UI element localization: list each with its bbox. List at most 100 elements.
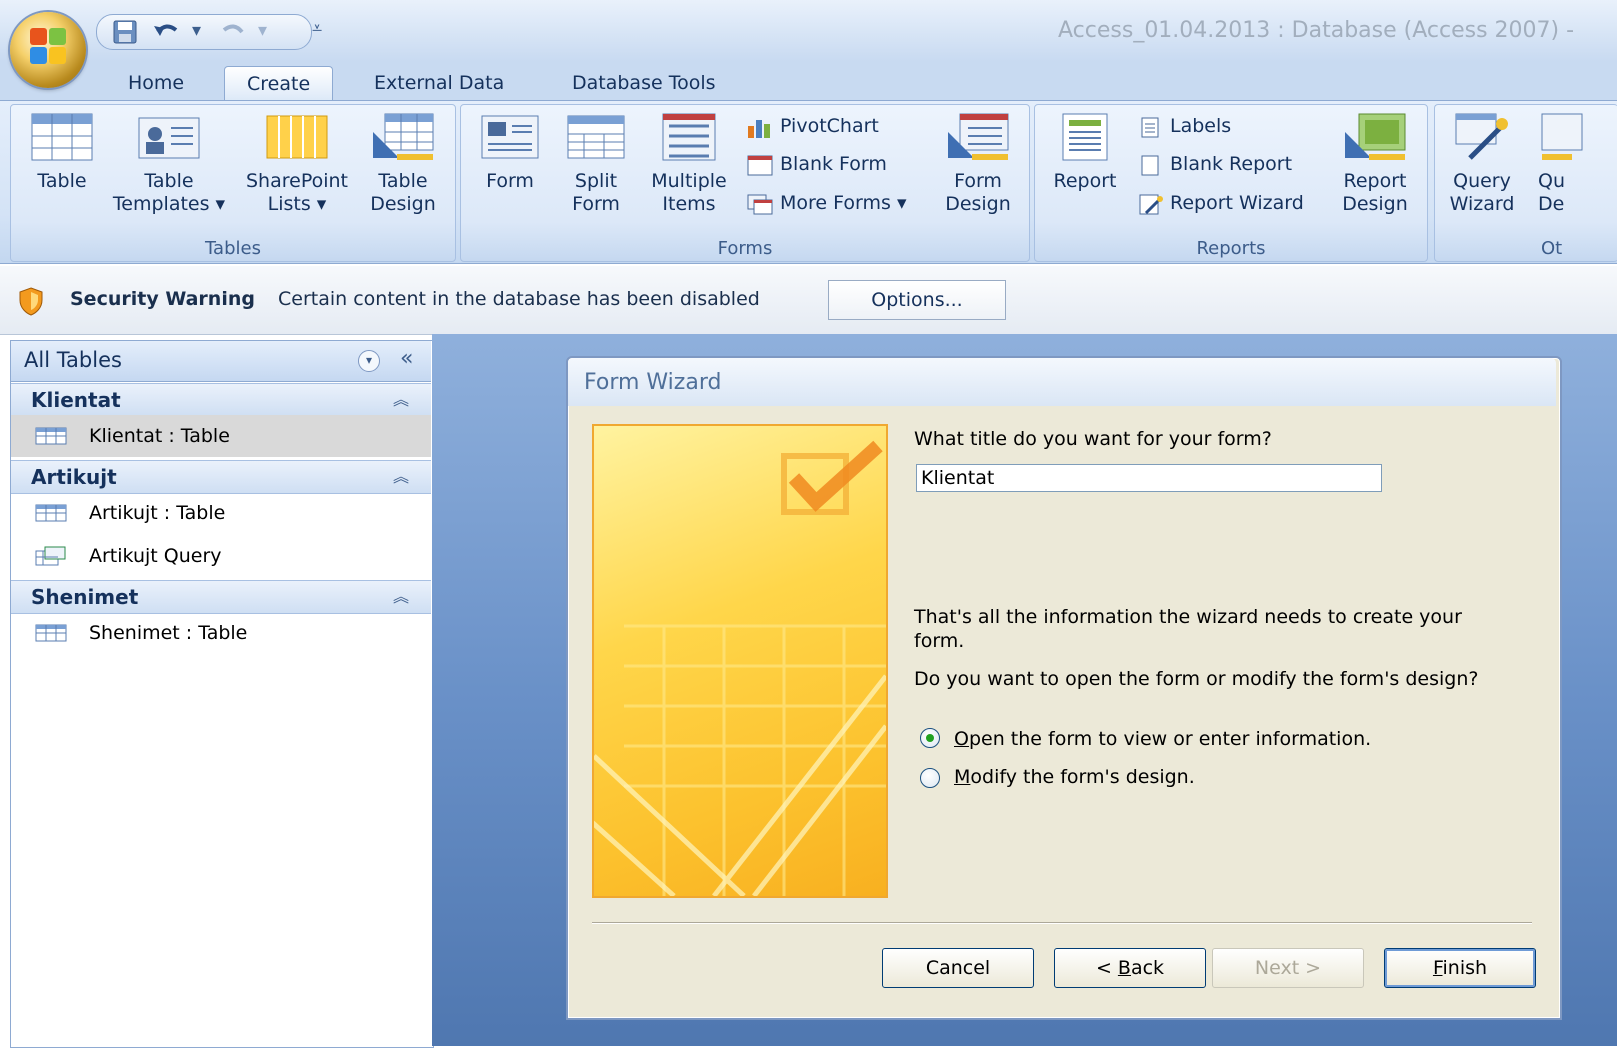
wizard-illustration — [592, 424, 888, 898]
wizard-checkmark-art-icon — [594, 440, 886, 896]
sharepoint-lists-icon — [266, 115, 328, 159]
info-text-line-2: form. — [914, 630, 965, 652]
app-title: Access_01.04.2013 : Database (Access 200… — [1058, 18, 1575, 43]
table-templates-button[interactable]: Table Templates ▾ — [106, 112, 232, 216]
nav-item-klientat-table[interactable]: Klientat : Table — [11, 415, 431, 457]
multiple-items-button[interactable]: Multiple Items — [642, 112, 736, 216]
modify-design-accel: M — [954, 766, 971, 788]
blank-report-icon — [1141, 155, 1159, 175]
nav-group-klientat[interactable]: Klientat ︽ — [11, 383, 431, 417]
modify-design-radio[interactable] — [920, 768, 940, 788]
table-design-button[interactable]: Table Design — [362, 112, 444, 216]
tab-database-tools[interactable]: Database Tools — [550, 66, 738, 100]
back-rest: ack — [1130, 957, 1165, 979]
open-form-radio[interactable] — [920, 728, 940, 748]
table-icon — [35, 624, 67, 642]
table-design-icon — [373, 113, 434, 160]
pivotchart-label: PivotChart — [780, 115, 879, 137]
undo-icon[interactable] — [152, 20, 182, 44]
pivotchart-icon — [748, 119, 770, 138]
back-accel: B — [1117, 957, 1131, 979]
nav-group-title: Shenimet — [31, 585, 139, 609]
nav-group-title: Klientat — [31, 388, 121, 412]
nav-menu-dropdown-icon[interactable]: ▾ — [358, 350, 380, 372]
table-templates-label-2: Templates ▾ — [112, 193, 226, 215]
split-form-label-1: Split — [574, 170, 618, 192]
security-warning-message: Certain content in the database has been… — [278, 288, 760, 310]
collapse-chevron-icon[interactable]: ︽ — [393, 581, 409, 613]
tab-create[interactable]: Create — [224, 66, 334, 101]
multiple-items-icon — [662, 113, 716, 161]
nav-group-shenimet[interactable]: Shenimet ︽ — [11, 580, 431, 614]
table-design-label-2: Design — [370, 193, 436, 215]
form-icon — [481, 115, 539, 159]
pivotchart-button[interactable]: PivotChart — [746, 112, 879, 140]
table-design-label-1: Table — [378, 170, 428, 192]
open-form-radio-label[interactable]: Open the form to view or enter informati… — [954, 728, 1371, 750]
report-button[interactable]: Report — [1044, 112, 1126, 193]
finish-rest: inish — [1442, 957, 1488, 979]
table-icon — [35, 504, 67, 522]
table-templates-icon — [138, 117, 200, 159]
table-templates-label-1: Table — [144, 170, 194, 192]
form-design-label-1: Form — [954, 170, 1002, 192]
split-form-button[interactable]: Split Form — [556, 112, 636, 216]
table-button[interactable]: Table — [22, 112, 102, 193]
options-button[interactable]: Options... — [828, 280, 1006, 320]
group-label-other: Ot — [1541, 238, 1563, 259]
nav-item-label: Klientat : Table — [89, 425, 230, 447]
query-wizard-button[interactable]: Query Wizard — [1442, 112, 1522, 216]
report-wizard-button[interactable]: Report Wizard — [1136, 189, 1304, 217]
multiple-items-label-1: Multiple — [651, 170, 727, 192]
report-design-button[interactable]: Report Design — [1332, 112, 1418, 216]
query-wizard-label-1: Query — [1453, 170, 1511, 192]
nav-pane-title: All Tables — [24, 348, 122, 372]
labels-button[interactable]: Labels — [1136, 112, 1231, 140]
redo-icon[interactable] — [218, 20, 248, 44]
security-warning-title: Security Warning — [70, 288, 255, 310]
form-button[interactable]: Form — [472, 112, 548, 193]
sharepoint-lists-label-2: Lists ▾ — [267, 193, 327, 215]
query-icon — [35, 546, 66, 566]
nav-group-title: Artikujt — [31, 465, 117, 489]
more-forms-icon — [747, 194, 773, 214]
blank-form-button[interactable]: Blank Form — [746, 150, 887, 178]
shutter-bar-close-icon[interactable]: « — [400, 346, 413, 371]
collapse-chevron-icon[interactable]: ︽ — [393, 461, 409, 493]
finish-button[interactable]: Finish — [1384, 948, 1536, 988]
blank-report-button[interactable]: Blank Report — [1136, 150, 1292, 178]
nav-item-artikujt-query[interactable]: Artikujt Query — [11, 535, 431, 577]
tab-external-data[interactable]: External Data — [352, 66, 526, 100]
report-icon — [1062, 113, 1108, 161]
modify-design-rest: odify the form's design. — [970, 766, 1195, 788]
nav-item-shenimet-table[interactable]: Shenimet : Table — [11, 612, 431, 654]
labels-icon — [1141, 117, 1159, 137]
undo-dropdown-icon[interactable]: ▾ — [192, 20, 201, 42]
blank-form-label: Blank Form — [780, 153, 887, 175]
nav-item-artikujt-table[interactable]: Artikujt : Table — [11, 492, 431, 534]
report-design-label-2: Design — [1342, 193, 1408, 215]
nav-group-artikujt[interactable]: Artikujt ︽ — [11, 460, 431, 494]
save-icon[interactable] — [112, 20, 138, 44]
next-button[interactable]: Next > — [1212, 948, 1364, 988]
modify-design-radio-label[interactable]: Modify the form's design. — [954, 766, 1195, 788]
more-forms-button[interactable]: More Forms ▾ — [746, 189, 906, 217]
form-title-input[interactable] — [916, 464, 1382, 492]
collapse-chevron-icon[interactable]: ︽ — [393, 384, 409, 416]
back-button[interactable]: < Back — [1054, 948, 1206, 988]
group-label-forms: Forms — [717, 238, 773, 259]
query-wizard-icon — [1455, 113, 1508, 160]
report-design-label-1: Report — [1343, 170, 1407, 192]
form-design-button[interactable]: Form Design — [936, 112, 1020, 216]
open-or-modify-question: Do you want to open the form or modify t… — [914, 668, 1479, 690]
blank-form-icon — [747, 155, 773, 175]
query-design-button[interactable]: Qu De — [1530, 112, 1617, 216]
table-button-label: Table — [37, 170, 87, 192]
sharepoint-lists-button[interactable]: SharePoint Lists ▾ — [236, 112, 358, 216]
labels-label: Labels — [1170, 115, 1232, 137]
customize-qat-icon[interactable]: ⩡ — [312, 18, 322, 40]
redo-dropdown-icon[interactable]: ▾ — [258, 20, 267, 42]
split-form-icon — [567, 115, 625, 159]
tab-home[interactable]: Home — [106, 66, 206, 100]
cancel-button[interactable]: Cancel — [882, 948, 1034, 988]
